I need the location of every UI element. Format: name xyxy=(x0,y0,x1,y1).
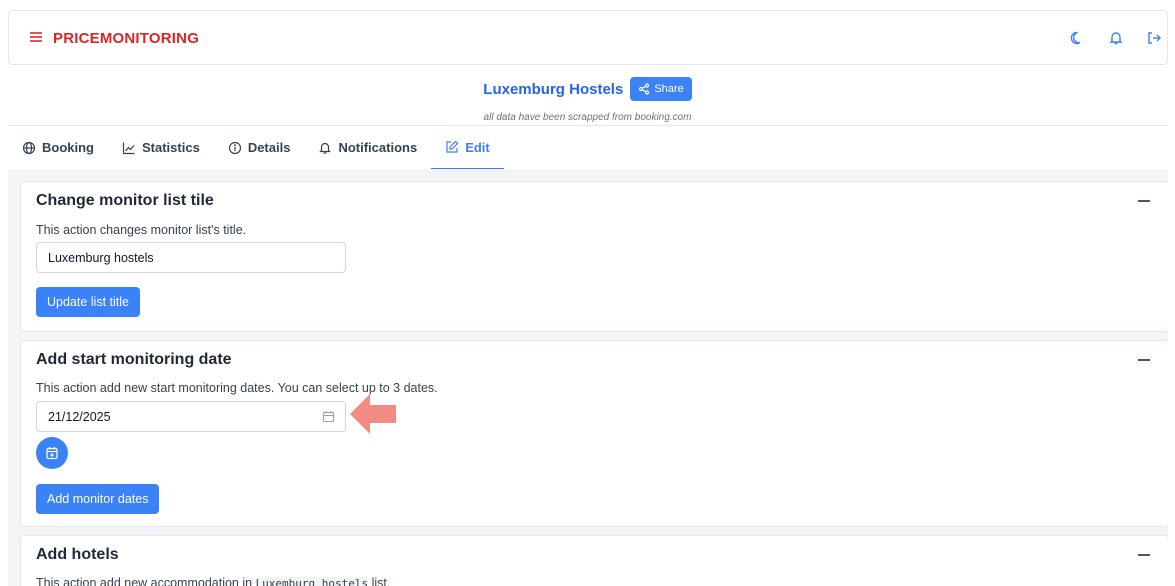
tab-booking[interactable]: Booking xyxy=(8,126,108,169)
tab-label: Edit xyxy=(465,139,490,155)
add-dates-card: Add start monitoring date This action ad… xyxy=(20,340,1168,527)
tab-statistics[interactable]: Statistics xyxy=(108,126,214,169)
tab-edit[interactable]: Edit xyxy=(431,126,504,169)
add-date-button[interactable] xyxy=(36,437,68,469)
page-subtitle: all data have been scrapped from booking… xyxy=(483,112,692,123)
tab-label: Booking xyxy=(42,140,94,155)
tab-label: Statistics xyxy=(142,140,200,155)
date-value: 21/12/2025 xyxy=(48,409,111,424)
tab-label: Details xyxy=(247,140,291,155)
share-label: Share xyxy=(654,83,684,95)
card-description: This action changes monitor list's title… xyxy=(36,223,247,237)
collapse-icon[interactable] xyxy=(1138,200,1150,202)
calendar-plus-icon xyxy=(46,447,58,460)
tab-label: Notifications xyxy=(338,140,418,155)
card-description: This action add new accommodation in Lux… xyxy=(36,576,390,586)
edit-icon xyxy=(446,140,459,153)
collapse-icon[interactable] xyxy=(1138,359,1150,361)
share-icon xyxy=(639,83,650,95)
edit-content: Change monitor list tile This action cha… xyxy=(8,169,1168,586)
description-prefix: This action add new accommodation in xyxy=(36,576,256,586)
add-hotels-card: Add hotels This action add new accommoda… xyxy=(20,535,1168,586)
top-navbar: PRICEMONITORING xyxy=(8,10,1168,65)
description-suffix: list. xyxy=(368,576,391,586)
tab-details[interactable]: Details xyxy=(214,126,305,169)
page-title: Luxemburg Hostels xyxy=(483,80,624,98)
brand-logo[interactable]: PRICEMONITORING xyxy=(53,30,199,47)
card-title: Change monitor list tile xyxy=(36,192,214,209)
bell-icon[interactable] xyxy=(1108,30,1124,46)
menu-icon[interactable] xyxy=(29,30,43,44)
info-icon xyxy=(228,141,241,154)
date-input[interactable]: 21/12/2025 xyxy=(36,401,346,432)
page-title-row: Luxemburg Hostels Share xyxy=(0,75,1175,103)
globe-icon xyxy=(22,141,36,154)
list-title-input[interactable]: Luxemburg hostels xyxy=(36,242,346,273)
calendar-icon[interactable] xyxy=(322,410,335,423)
card-title: Add start monitoring date xyxy=(36,351,232,368)
change-title-card: Change monitor list tile This action cha… xyxy=(20,181,1168,332)
share-button[interactable]: Share xyxy=(630,77,692,101)
moon-icon[interactable] xyxy=(1069,30,1085,46)
tab-bar: Booking Statistics Details Notifications… xyxy=(8,125,1168,169)
card-title: Add hotels xyxy=(36,546,119,563)
pointer-arrow-icon xyxy=(350,394,396,434)
update-list-title-button[interactable]: Update list title xyxy=(36,287,140,317)
list-name-code: Luxemburg hostels xyxy=(255,577,369,586)
chart-icon xyxy=(122,142,135,154)
collapse-icon[interactable] xyxy=(1138,554,1150,556)
tab-notifications[interactable]: Notifications xyxy=(304,126,431,169)
bell-icon xyxy=(319,142,332,154)
add-monitor-dates-button[interactable]: Add monitor dates xyxy=(36,484,160,514)
logout-icon[interactable] xyxy=(1146,30,1162,46)
